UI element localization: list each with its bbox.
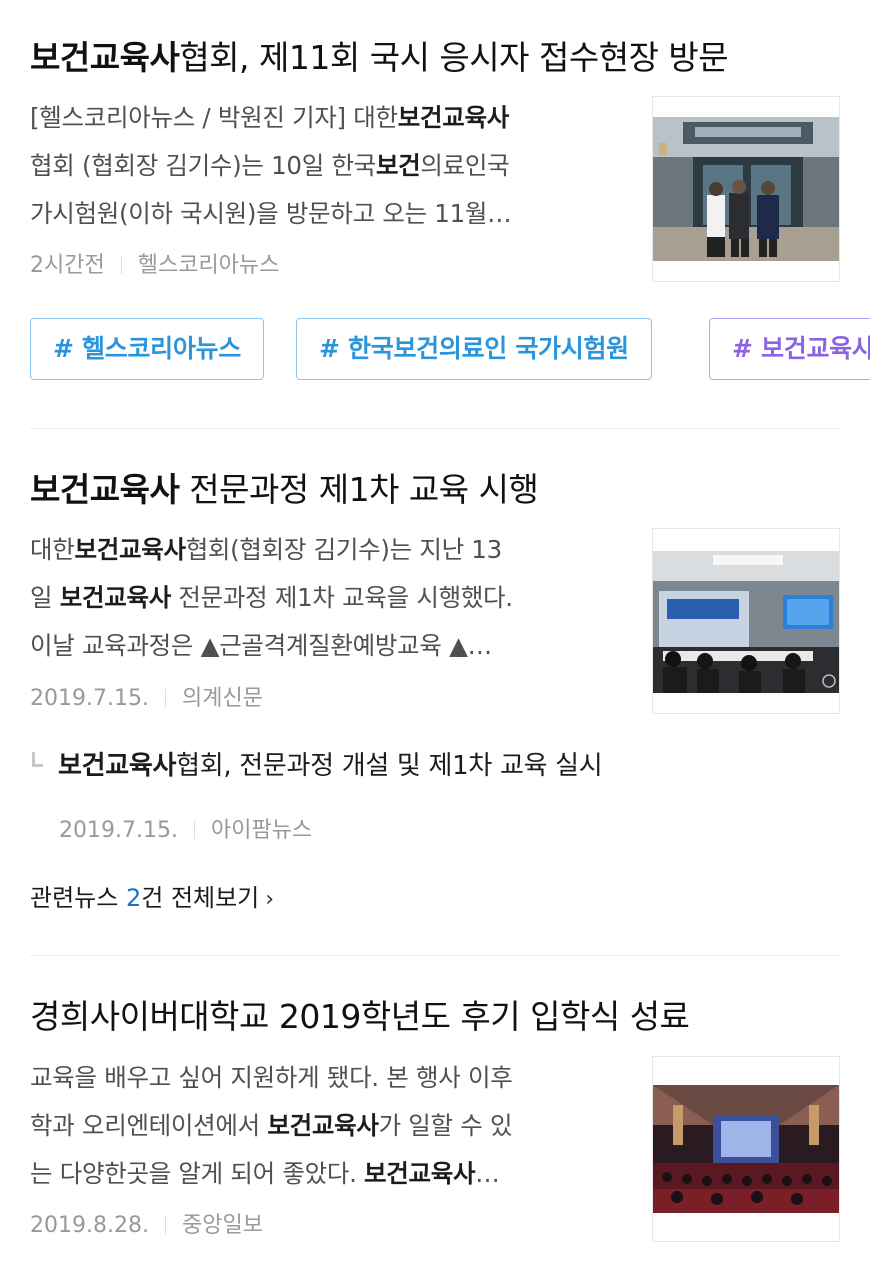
news-snippet: 교육을 배우고 싶어 지원하게 됐다. 본 행사 이후 학과 오리엔테이션에서 … [30,1063,513,1188]
auditorium-photo-icon [653,1085,839,1213]
news-title[interactable]: 경희사이버대학교 2019학년도 후기 입학식 성료 [30,995,690,1039]
news-time: 2019.8.28. [30,1213,149,1238]
news-thumbnail[interactable] [652,1056,840,1242]
news-source[interactable]: 중앙일보 [182,1213,263,1238]
meta-divider [164,1216,166,1234]
news-item[interactable]: 경희사이버대학교 2019학년도 후기 입학식 성료 교육을 배우고 싶어 지원… [30,0,840,1270]
news-meta: 2019.8.28. 중앙일보 [30,1211,263,1241]
title-text: 경희사이버대학교 2019학년도 후기 입학식 성료 [30,997,690,1036]
